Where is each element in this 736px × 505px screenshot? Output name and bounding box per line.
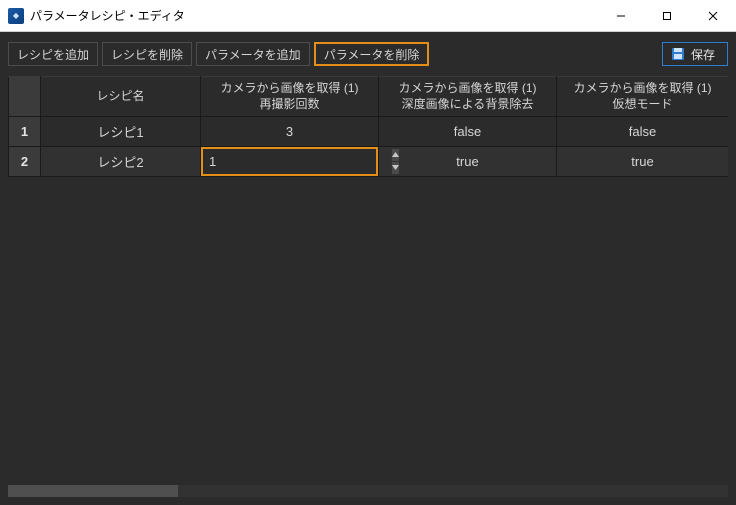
table-row[interactable]: 1 レシピ1 3 false false — [9, 117, 729, 147]
col-header-name[interactable]: レシピ名 — [41, 77, 201, 117]
table-row[interactable]: 2 レシピ2 true — [9, 147, 729, 177]
cell-virtual[interactable]: false — [557, 117, 729, 147]
cell-bg[interactable]: true — [379, 147, 557, 177]
recipe-table: レシピ名 カメラから画像を取得 (1) 再撮影回数 カメラから画像を取得 (1)… — [8, 76, 728, 177]
close-button[interactable] — [690, 0, 736, 31]
scroll-thumb[interactable] — [8, 485, 178, 497]
maximize-button[interactable] — [644, 0, 690, 31]
delete-recipe-button[interactable]: レシピを削除 — [102, 42, 192, 66]
app-icon: ◆ — [8, 8, 24, 24]
table-area: レシピ名 カメラから画像を取得 (1) 再撮影回数 カメラから画像を取得 (1)… — [8, 76, 728, 486]
cell-name[interactable]: レシピ1 — [41, 117, 201, 147]
save-button[interactable]: 保存 — [662, 42, 728, 66]
horizontal-scrollbar[interactable] — [8, 485, 728, 497]
col-header-bg[interactable]: カメラから画像を取得 (1) 深度画像による背景除去 — [379, 77, 557, 117]
row-index: 2 — [9, 147, 41, 177]
cell-bg[interactable]: false — [379, 117, 557, 147]
col-header-virtual[interactable]: カメラから画像を取得 (1) 仮想モード — [557, 77, 729, 117]
reshoot-input[interactable] — [203, 149, 391, 174]
spin-editor — [201, 147, 378, 176]
window-title: パラメータレシピ・エディタ — [30, 7, 185, 24]
toolbar: レシピを追加 レシピを削除 パラメータを追加 パラメータを削除 保存 — [0, 38, 736, 70]
save-label: 保存 — [691, 46, 715, 63]
save-icon — [671, 47, 685, 61]
cell-reshoot-editing[interactable] — [201, 147, 379, 177]
titlebar: ◆ パラメータレシピ・エディタ — [0, 0, 736, 32]
table-corner — [9, 77, 41, 117]
row-index: 1 — [9, 117, 41, 147]
col-header-reshoot[interactable]: カメラから画像を取得 (1) 再撮影回数 — [201, 77, 379, 117]
delete-parameter-button[interactable]: パラメータを削除 — [314, 42, 430, 66]
cell-virtual[interactable]: true — [557, 147, 729, 177]
add-parameter-button[interactable]: パラメータを追加 — [196, 42, 310, 66]
minimize-button[interactable] — [598, 0, 644, 31]
cell-reshoot[interactable]: 3 — [201, 117, 379, 147]
cell-name[interactable]: レシピ2 — [41, 147, 201, 177]
spin-up-button[interactable] — [391, 149, 399, 162]
spin-down-button[interactable] — [391, 162, 399, 175]
add-recipe-button[interactable]: レシピを追加 — [8, 42, 98, 66]
